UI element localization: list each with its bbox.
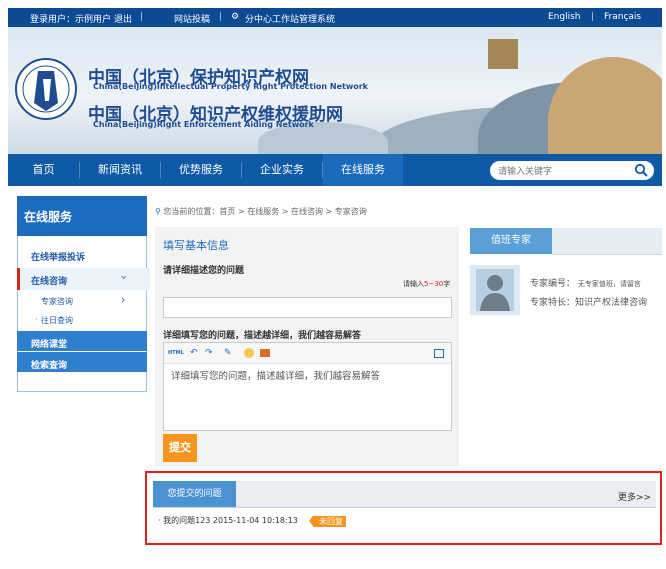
sidebar-item-label: 专家咨询 [41, 297, 73, 306]
search-input[interactable] [496, 163, 630, 180]
sidebar-item-report[interactable]: 在线举报投诉 [31, 250, 85, 263]
image-icon[interactable] [260, 349, 270, 357]
hint-range: 5~30 [424, 280, 444, 288]
separator: | [219, 12, 223, 22]
question-item-text[interactable]: 我的问题123 2015-11-04 10:18:13 [163, 516, 298, 525]
fullscreen-icon[interactable] [434, 349, 444, 358]
site-subtitle-1: China(Beijing)Intellectual Property Righ… [93, 82, 369, 91]
logo-emblem-icon [15, 58, 77, 120]
expert-specialty-value: 知识产权法律咨询 [575, 298, 648, 308]
expert-tab[interactable]: 值班专家 [470, 228, 552, 254]
sidebar-item-classroom[interactable]: 网络课堂 [17, 331, 147, 351]
editor-placeholder: 详细填写您的问题，描述越详细，我们越容易解答 [171, 371, 381, 382]
char-limit-hint: 请输入5~30字 [403, 279, 450, 289]
sidebar-item-search[interactable]: 检索查询 [17, 352, 147, 372]
expert-id-label: 专家编号： [530, 279, 576, 289]
breadcrumb-sep: > [325, 207, 333, 216]
submitted-questions-tab[interactable]: 您提交的问题 [153, 481, 236, 507]
english-link[interactable]: English [548, 12, 581, 22]
redo-icon[interactable]: ↷ [205, 348, 215, 358]
sidebar-item-history[interactable]: · 往日查询 [17, 311, 147, 329]
submit-article-link[interactable]: 网站投稿 [174, 12, 210, 25]
hint-prefix: 请输入 [403, 280, 424, 288]
status-badge: 未回复 [309, 516, 346, 527]
top-bar: 登录用户：示例用户 退出 | 网站投稿 | ⚙ 分中心工作站管理系统 Engli… [8, 8, 662, 27]
logout-link[interactable]: 退出 [114, 12, 132, 25]
breadcrumb-prefix: 您当前的位置： [163, 207, 220, 216]
list-item[interactable]: · 我的问题123 2015-11-04 10:18:13 [158, 515, 298, 526]
sidebar-item-label: 检索查询 [31, 361, 68, 371]
sidebar-item-label: 在线咨询 [31, 277, 68, 287]
nav-services[interactable]: 优势服务 [161, 154, 241, 186]
breadcrumb-item[interactable]: 在线咨询 [291, 207, 323, 216]
rich-text-editor[interactable]: HTML ↶ ↷ ✎ 详细填写您的问题，描述越详细，我们越容易解答 [163, 342, 452, 431]
expert-specialty-row: 专家特长：知识产权法律咨询 [530, 295, 647, 308]
breadcrumb-sep: > [281, 207, 289, 216]
sidebar-item-label: 网络课堂 [31, 340, 68, 350]
nav-enterprise[interactable]: 企业实务 [242, 154, 322, 186]
user-greeting: 登录用户：示例用户 [30, 15, 112, 25]
question-title-input[interactable] [163, 297, 452, 318]
separator: | [591, 12, 595, 22]
emoji-icon[interactable] [244, 348, 254, 358]
nav-online-service[interactable]: 在线服务 [323, 154, 403, 186]
breadcrumb-sep: > [237, 207, 245, 216]
chevron-right-icon: › [121, 293, 126, 306]
separator: | [140, 12, 144, 22]
undo-icon[interactable]: ↶ [190, 348, 200, 358]
breadcrumb-item[interactable]: 在线服务 [247, 207, 279, 216]
watchtower-shape [488, 39, 518, 69]
admin-system-link[interactable]: 分中心工作站管理系统 [245, 12, 335, 25]
bullet-icon: · [35, 315, 38, 324]
avatar [470, 265, 520, 315]
gear-icon: ⚙ [231, 12, 240, 22]
chevron-down-icon: › [117, 275, 131, 280]
more-link[interactable]: 更多>> [618, 490, 651, 503]
sidebar-item-consult[interactable]: 在线咨询 › [17, 268, 150, 290]
nav-news[interactable]: 新闻资讯 [80, 154, 160, 186]
sidebar-title-box: 在线服务 [17, 196, 147, 236]
eraser-icon[interactable]: ✎ [224, 348, 234, 358]
breadcrumb-item[interactable]: 首页 [219, 207, 235, 216]
submit-button[interactable]: 提交 [163, 434, 197, 462]
question-label: 请详细描述您的问题 [163, 266, 245, 276]
sidebar-item-label: 往日查询 [41, 316, 73, 325]
breadcrumb: ⚲ 您当前的位置：首页 > 在线服务 > 在线咨询 > 专家咨询 [155, 206, 367, 217]
editor-toolbar: HTML ↶ ↷ ✎ [164, 343, 451, 364]
html-source-icon[interactable]: HTML [168, 348, 184, 358]
expert-id-row: 专家编号： 无专家值班，请留言 [530, 276, 641, 289]
search-icon[interactable] [634, 163, 648, 177]
sidebar-title: 在线服务 [24, 210, 73, 224]
site-subtitle-2: China(Beijing)Right Enforcement Aiding N… [93, 120, 314, 129]
user-silhouette-icon [476, 269, 514, 311]
expert-specialty-label: 专家特长： [530, 298, 576, 308]
search-box [490, 161, 654, 180]
form-heading: 填写基本信息 [163, 239, 229, 252]
expert-id-value: 无专家值班，请留言 [577, 280, 641, 288]
nav-home[interactable]: 首页 [8, 154, 79, 186]
expert-tab-bar [552, 228, 662, 255]
header-banner: 中国（北京）保护知识产权网 China(Beijing)Intellectual… [8, 27, 662, 154]
location-pin-icon: ⚲ [155, 207, 161, 216]
great-wall-shape [548, 57, 662, 154]
sidebar-item-expert[interactable]: 专家咨询 › [17, 292, 147, 310]
breadcrumb-item[interactable]: 专家咨询 [335, 207, 367, 216]
bullet-icon: · [158, 516, 161, 525]
french-link[interactable]: Français [604, 12, 641, 22]
detail-label: 详细填写您的问题，描述越详细，我们越容易解答 [163, 331, 362, 341]
hint-suffix: 字 [443, 280, 451, 288]
